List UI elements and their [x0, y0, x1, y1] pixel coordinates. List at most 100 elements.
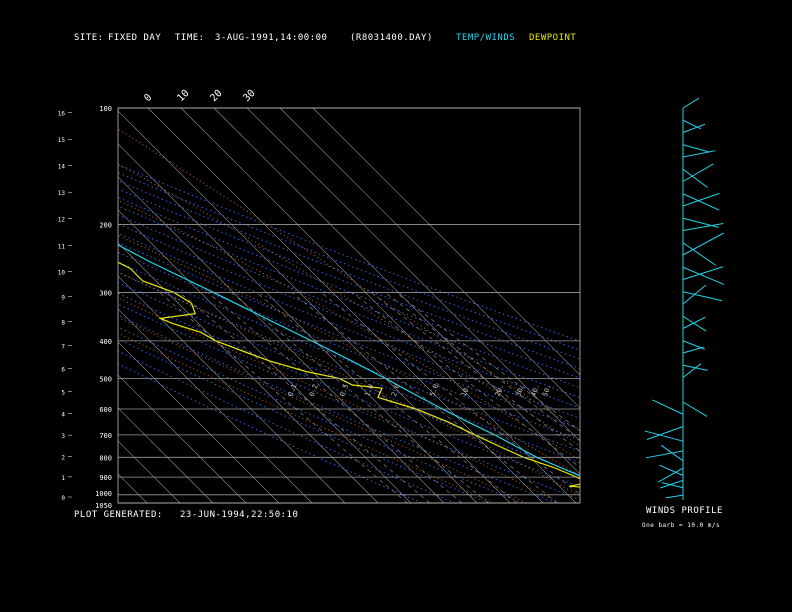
mixing-ratio-line: [291, 292, 558, 503]
dry-adiabat-line: [118, 223, 580, 409]
isotherm-line: [118, 110, 511, 503]
height-km-label: 15: [58, 137, 66, 144]
isotherm-line: [279, 108, 580, 409]
moist-adiabat-line: [118, 199, 580, 461]
pressure-tick-label: 100: [99, 105, 112, 113]
mixing-ratio-label: 20.: [494, 383, 506, 398]
isotherm-line: [118, 341, 280, 503]
mixing-ratio-label: 5.0: [428, 383, 440, 398]
pressure-tick-label: 400: [99, 338, 112, 346]
dry-adiabat-line: [118, 205, 580, 389]
moist-adiabat-line: [118, 271, 580, 497]
dry-adiabat-line: [118, 196, 580, 379]
isotherm-line: [147, 108, 544, 503]
isotherm-label: 0: [142, 92, 154, 104]
dry-adiabat-line: [118, 271, 580, 464]
wind-barb: [682, 340, 705, 350]
height-km-label: 9: [61, 295, 65, 302]
pressure-tick-label: 1050: [95, 502, 112, 510]
wind-barb: [644, 430, 684, 442]
wind-barb: [682, 232, 724, 256]
height-km-label: 6: [61, 367, 65, 374]
isotherm-line: [118, 242, 379, 503]
mixing-ratio-label: 0.5: [338, 383, 350, 398]
isotherm-line: [213, 108, 580, 475]
height-km-label: 1: [61, 475, 65, 482]
dewpoint-line: [118, 261, 580, 488]
wind-barb: [652, 399, 684, 415]
skewt-chart: 1002003004005006007008009001000105001234…: [0, 88, 725, 510]
height-km-label: 8: [61, 319, 65, 326]
wind-barb: [682, 150, 716, 158]
mixing-ratio-label: 10.: [460, 383, 472, 398]
wind-barb: [665, 494, 684, 499]
pressure-tick-label: 900: [99, 474, 112, 482]
dry-adiabat-line: [118, 314, 556, 503]
isotherm-label: 10: [175, 88, 191, 104]
isotherm-line: [0, 108, 48, 503]
pressure-tick-label: 800: [99, 454, 112, 462]
height-km-label: 10: [58, 269, 66, 276]
mixing-ratio-line: [256, 292, 517, 503]
dry-adiabat-line: [118, 180, 580, 360]
height-km-label: 5: [61, 389, 65, 396]
wind-barb: [682, 97, 700, 109]
isotherm-line: [246, 108, 580, 442]
dry-adiabat-line: [118, 261, 580, 452]
pressure-tick-label: 300: [99, 290, 112, 298]
height-km-label: 0: [61, 495, 65, 502]
wind-barb: [682, 168, 708, 188]
wind-barb: [682, 266, 724, 280]
dry-adiabat-line: [118, 172, 580, 351]
height-km-label: 7: [61, 343, 65, 350]
mixing-ratio-label: 40.: [529, 383, 541, 398]
isotherm-line: [0, 108, 81, 503]
dry-adiabat-line: [118, 232, 580, 419]
mixing-ratio-label: 50.: [541, 383, 553, 398]
dry-adiabat-line: [118, 214, 580, 399]
mixing-ratio-line: [179, 292, 430, 503]
dry-adiabat-line: [118, 281, 580, 476]
height-km-label: 11: [58, 243, 66, 250]
isotherm-line: [118, 209, 412, 503]
pressure-tick-label: 200: [99, 221, 112, 229]
mixing-ratio-line: [321, 292, 580, 495]
isotherm-line: [118, 407, 214, 503]
isotherm-label: 30: [241, 88, 257, 104]
mixing-ratio-label: 2.0: [390, 383, 402, 398]
wind-barb: [682, 192, 720, 207]
height-km-label: 13: [58, 190, 66, 197]
dry-adiabat-line: [118, 303, 580, 501]
wind-barb: [682, 401, 708, 417]
isotherm-line: [118, 473, 148, 503]
isotherm-line: [0, 108, 15, 503]
height-km-label: 2: [61, 454, 65, 461]
isotherm-line: [118, 176, 445, 503]
pressure-tick-label: 1000: [95, 490, 112, 498]
wind-barb: [682, 119, 701, 130]
dry-adiabat-line: [118, 292, 580, 488]
wind-barb: [682, 193, 720, 211]
wind-barb: [682, 266, 725, 285]
mixing-ratio-line: [395, 292, 580, 431]
height-km-label: 14: [58, 164, 66, 171]
dry-adiabat-line: [118, 164, 580, 342]
height-km-label: 16: [58, 111, 66, 118]
pressure-tick-label: 700: [99, 432, 112, 440]
pressure-tick-label: 500: [99, 375, 112, 383]
mixing-ratio-line: [231, 292, 489, 503]
pressure-tick-label: 600: [99, 406, 112, 414]
dry-adiabat-line: [118, 326, 523, 503]
dry-adiabat-line: [118, 241, 580, 430]
mixing-ratio-label: 0.1: [287, 383, 299, 398]
isotherm-line: [118, 275, 346, 503]
mixing-ratio-label: 30.: [514, 383, 526, 398]
mixing-ratio-line: [352, 292, 580, 468]
isotherm-line: [118, 143, 478, 503]
dry-adiabat-line: [118, 188, 580, 370]
dry-adiabat-line: [118, 338, 489, 503]
wind-barb: [682, 217, 719, 228]
height-km-label: 3: [61, 433, 65, 440]
dry-adiabat-line: [118, 350, 456, 503]
isotherm-line: [118, 308, 313, 503]
